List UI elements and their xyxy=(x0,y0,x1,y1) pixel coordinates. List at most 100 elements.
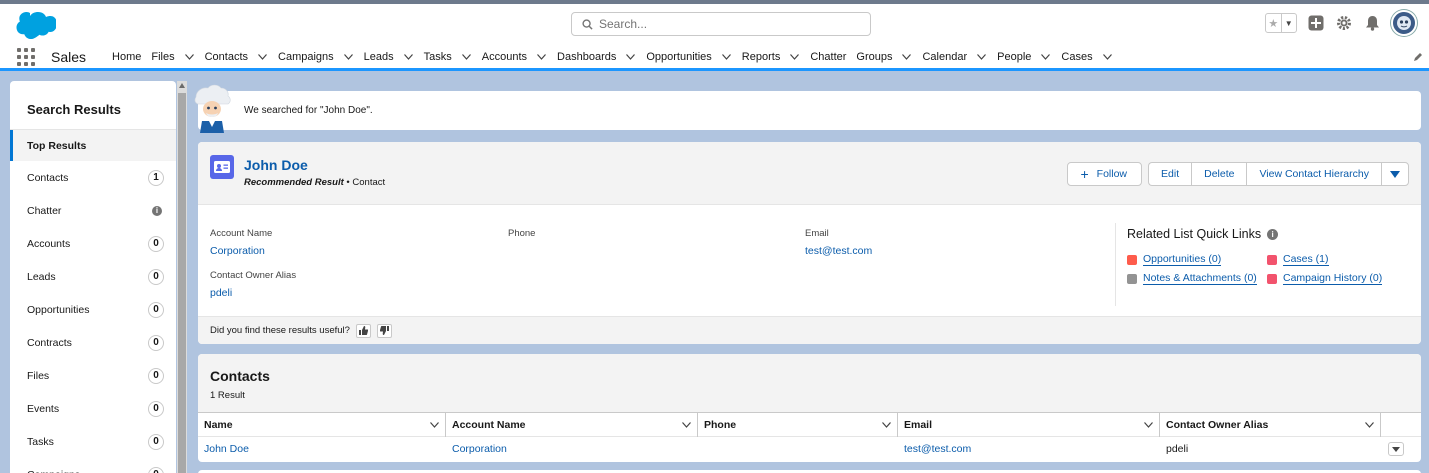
row-actions-button[interactable] xyxy=(1388,442,1404,456)
view-contact-hierarchy-button[interactable]: View Contact Hierarchy xyxy=(1246,162,1381,186)
quick-link-opportunities[interactable]: Opportunities (0) xyxy=(1127,253,1222,266)
email-link[interactable]: test@test.com xyxy=(805,245,872,257)
nav-item-home[interactable]: Home xyxy=(112,44,141,70)
bell-icon[interactable] xyxy=(1363,14,1381,32)
chevron-down-icon[interactable] xyxy=(184,52,195,62)
chevron-down-icon[interactable] xyxy=(977,52,987,62)
sidebar-scrollbar[interactable] xyxy=(177,81,187,473)
quick-link-notes-attachments[interactable]: Notes & Attachments (0) xyxy=(1127,272,1257,285)
chevron-down-icon[interactable] xyxy=(537,52,547,62)
global-actions-icon[interactable] xyxy=(1307,14,1325,32)
banner-text: We searched for "John Doe". xyxy=(244,105,373,116)
nav-item-calendar[interactable]: Calendar xyxy=(922,44,987,70)
nav-item-files[interactable]: Files xyxy=(151,44,194,70)
chevron-down-icon[interactable] xyxy=(882,419,891,431)
nav-item-accounts[interactable]: Accounts xyxy=(482,44,547,70)
more-actions-button[interactable] xyxy=(1381,162,1409,186)
sidebar-item-campaigns[interactable]: Campaigns0 xyxy=(10,458,176,473)
chevron-down-icon[interactable] xyxy=(1365,419,1374,431)
row-email-link[interactable]: test@test.com xyxy=(904,443,971,455)
account-name-link[interactable]: Corporation xyxy=(210,245,272,257)
global-search-input[interactable]: Search... xyxy=(571,12,871,36)
nav-item-contacts[interactable]: Contacts xyxy=(205,44,268,70)
info-icon[interactable]: i xyxy=(1267,228,1279,240)
search-results-sidebar: Search Results Top Results Contacts 1 Chat… xyxy=(10,81,176,473)
sidebar-item-events[interactable]: Events 0 xyxy=(10,392,176,425)
row-account-link[interactable]: Corporation xyxy=(452,443,507,455)
sidebar-item-tasks[interactable]: Tasks 0 xyxy=(10,425,176,458)
sidebar-item-contracts[interactable]: Contracts 0 xyxy=(10,326,176,359)
chevron-down-icon[interactable] xyxy=(343,52,354,62)
chevron-down-icon[interactable]: ▼ xyxy=(1280,14,1297,32)
row-owner-alias: pdeli xyxy=(1166,443,1189,455)
column-header-contact-owner-alias[interactable]: Contact Owner Alias xyxy=(1160,413,1381,437)
quick-link-cases[interactable]: Cases (1) xyxy=(1267,253,1329,266)
nav-item-tasks[interactable]: Tasks xyxy=(424,44,472,70)
recommended-contact-link[interactable]: John Doe xyxy=(244,157,308,173)
nav-item-campaigns[interactable]: Campaigns xyxy=(278,44,354,70)
sidebar-item-leads[interactable]: Leads 0 xyxy=(10,260,176,293)
salesforce-logo[interactable] xyxy=(12,10,56,42)
thumbs-down-button[interactable] xyxy=(376,323,392,338)
follow-button[interactable]: + Follow xyxy=(1067,162,1143,186)
sidebar-item-chatter[interactable]: Chatter i xyxy=(10,194,176,227)
edit-button[interactable]: Edit xyxy=(1148,162,1192,186)
column-header-email[interactable]: Email xyxy=(898,413,1160,437)
chevron-down-icon[interactable] xyxy=(721,52,732,62)
row-contact-name-link[interactable]: John Doe xyxy=(204,443,249,455)
delete-button[interactable]: Delete xyxy=(1191,162,1247,186)
nav-item-groups[interactable]: Groups xyxy=(856,44,912,70)
chevron-down-icon[interactable] xyxy=(403,52,414,62)
count-badge: 0 xyxy=(148,400,164,417)
sidebar-item-accounts[interactable]: Accounts 0 xyxy=(10,227,176,260)
user-avatar[interactable] xyxy=(1391,10,1417,36)
chevron-down-icon[interactable] xyxy=(1144,419,1153,431)
owner-alias-link[interactable]: pdeli xyxy=(210,287,296,299)
count-badge: 0 xyxy=(148,433,164,450)
scroll-up-arrow[interactable] xyxy=(179,83,185,88)
sidebar-title: Search Results xyxy=(10,81,176,130)
chevron-down-icon[interactable] xyxy=(1041,52,1051,62)
count-badge: 0 xyxy=(148,268,164,285)
nav-item-dashboards[interactable]: Dashboards xyxy=(557,44,636,70)
chevron-down-icon[interactable] xyxy=(430,419,439,431)
thumbs-up-button[interactable] xyxy=(355,323,371,338)
scrollbar-thumb[interactable] xyxy=(178,93,186,473)
owner-alias-field: Contact Owner Alias pdeli xyxy=(210,270,297,299)
chevron-down-icon xyxy=(1392,446,1400,452)
einstein-search-banner: We searched for "John Doe". xyxy=(194,84,1421,133)
related-list-icon xyxy=(1127,254,1137,265)
edit-nav-icon[interactable] xyxy=(1413,52,1423,62)
table-row: John Doe Corporation test@test.com pdeli xyxy=(198,437,1421,461)
nav-item-leads[interactable]: Leads xyxy=(364,44,414,70)
app-launcher-icon[interactable] xyxy=(17,47,37,67)
column-header-account-name[interactable]: Account Name xyxy=(446,413,698,437)
nav-item-chatter[interactable]: Chatter xyxy=(810,44,846,70)
chevron-down-icon[interactable] xyxy=(682,419,691,431)
chevron-down-icon[interactable] xyxy=(626,52,636,62)
gear-icon[interactable] xyxy=(1335,14,1353,32)
sidebar-item-files[interactable]: Files 0 xyxy=(10,359,176,392)
nav-item-cases[interactable]: Cases xyxy=(1061,44,1112,70)
column-header-name[interactable]: Name xyxy=(198,413,446,437)
chevron-down-icon[interactable] xyxy=(258,52,268,62)
nav-item-people[interactable]: People xyxy=(997,44,1051,70)
count-badge: 1 xyxy=(148,169,164,186)
chevron-down-icon[interactable] xyxy=(790,52,800,62)
chevron-down-icon[interactable] xyxy=(461,52,472,62)
related-list-icon xyxy=(1267,254,1277,265)
quick-link-campaign-history[interactable]: Campaign History (0) xyxy=(1267,272,1383,285)
chevron-down-icon[interactable] xyxy=(902,52,912,62)
related-list-icon xyxy=(1267,273,1277,284)
nav-item-opportunities[interactable]: Opportunities xyxy=(646,44,731,70)
favorites-button[interactable]: ★ ▼ xyxy=(1265,13,1297,33)
column-header-phone[interactable]: Phone xyxy=(698,413,898,437)
chevron-down-icon[interactable] xyxy=(1102,52,1113,62)
count-badge: 0 xyxy=(148,367,164,384)
app-nav-bar: Sales Home Files Contacts Campaigns Leads Tas… xyxy=(0,45,1429,71)
star-icon: ★ xyxy=(1268,17,1279,30)
sidebar-item-opportunities[interactable]: Opportunities 0 xyxy=(10,293,176,326)
sidebar-item-top-results[interactable]: Top Results xyxy=(10,130,176,161)
sidebar-item-contacts[interactable]: Contacts 1 xyxy=(10,161,176,194)
nav-item-reports[interactable]: Reports xyxy=(742,44,801,70)
